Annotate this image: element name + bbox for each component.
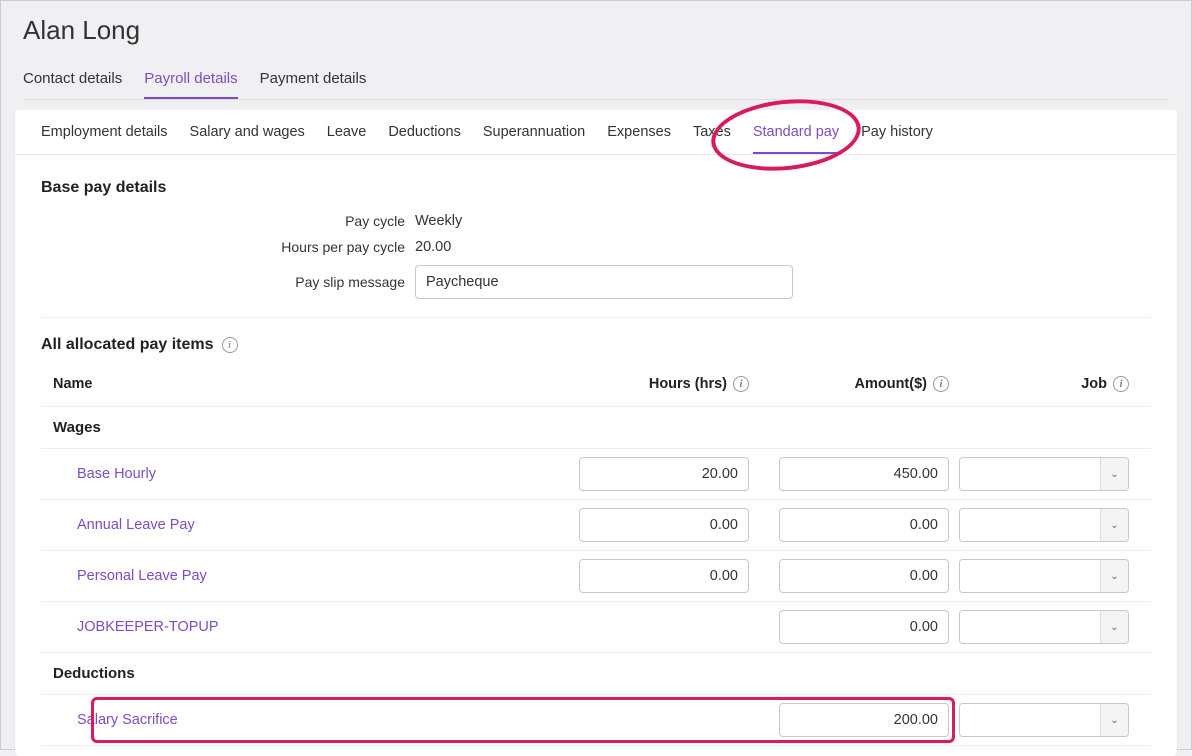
table-row: Salary Sacrifice ⌄ — [41, 695, 1151, 746]
chevron-down-icon[interactable]: ⌄ — [1100, 458, 1128, 490]
chevron-down-icon[interactable]: ⌄ — [1100, 611, 1128, 643]
hours-per-cycle-label: Hours per pay cycle — [41, 239, 415, 255]
subtab-employment-details[interactable]: Employment details — [41, 124, 168, 154]
info-icon[interactable]: i — [222, 337, 238, 353]
amount-input[interactable] — [779, 457, 949, 491]
pay-cycle-label: Pay cycle — [41, 213, 415, 229]
job-select[interactable]: ⌄ — [959, 508, 1129, 542]
subtab-expenses[interactable]: Expenses — [607, 124, 671, 154]
group-wages: Wages — [41, 407, 1151, 449]
pay-item-link[interactable]: Base Hourly — [53, 466, 559, 482]
sub-tabs: Employment details Salary and wages Leave D… — [15, 110, 1177, 155]
allocated-title: All allocated pay items — [41, 336, 214, 354]
table-row: Personal Leave Pay ⌄ — [41, 551, 1151, 602]
amount-input[interactable] — [779, 610, 949, 644]
tab-payment-details[interactable]: Payment details — [260, 64, 367, 99]
subtab-salary-and-wages[interactable]: Salary and wages — [190, 124, 305, 154]
pay-item-link[interactable]: Annual Leave Pay — [53, 517, 559, 533]
chevron-down-icon[interactable]: ⌄ — [1100, 560, 1128, 592]
subtab-standard-pay[interactable]: Standard pay — [753, 124, 839, 154]
pay-slip-message-input[interactable] — [415, 265, 793, 299]
divider — [41, 317, 1151, 318]
hours-input[interactable] — [579, 559, 749, 593]
top-tabs: Contact details Payroll details Payment de… — [23, 64, 1169, 100]
col-hours: Hours (hrs) i — [559, 376, 759, 392]
info-icon[interactable]: i — [1113, 376, 1129, 392]
subtab-taxes[interactable]: Taxes — [693, 124, 731, 154]
hours-per-cycle-value: 20.00 — [415, 239, 451, 255]
amount-input[interactable] — [779, 559, 949, 593]
payroll-card: Employment details Salary and wages Leave D… — [15, 110, 1177, 756]
amount-input[interactable] — [779, 703, 949, 737]
pay-cycle-value: Weekly — [415, 213, 462, 229]
amount-input[interactable] — [779, 508, 949, 542]
subtab-pay-history[interactable]: Pay history — [861, 124, 933, 154]
subtab-deductions[interactable]: Deductions — [388, 124, 461, 154]
job-select[interactable]: ⌄ — [959, 610, 1129, 644]
pay-slip-message-label: Pay slip message — [41, 274, 415, 290]
job-select[interactable]: ⌄ — [959, 703, 1129, 737]
table-body: WagesBase Hourly⌄Annual Leave Pay⌄Person… — [41, 407, 1151, 746]
chevron-down-icon[interactable]: ⌄ — [1100, 704, 1128, 736]
col-name: Name — [53, 376, 559, 392]
pay-item-link[interactable]: Personal Leave Pay — [53, 568, 559, 584]
hours-input[interactable] — [579, 508, 749, 542]
info-icon[interactable]: i — [733, 376, 749, 392]
table-row: JOBKEEPER-TOPUP ⌄ — [41, 602, 1151, 653]
info-icon[interactable]: i — [933, 376, 949, 392]
group-deductions: Deductions — [41, 653, 1151, 695]
table-row: Base Hourly ⌄ — [41, 449, 1151, 500]
job-select[interactable]: ⌄ — [959, 559, 1129, 593]
col-job: Job i — [959, 376, 1139, 392]
hours-input[interactable] — [579, 457, 749, 491]
base-pay-title: Base pay details — [41, 179, 1151, 197]
table-header: Name Hours (hrs) i Amount($) i Job i — [41, 376, 1151, 407]
table-row: Annual Leave Pay ⌄ — [41, 500, 1151, 551]
page-title: Alan Long — [23, 15, 1169, 46]
tab-contact-details[interactable]: Contact details — [23, 64, 122, 99]
tab-payroll-details[interactable]: Payroll details — [144, 64, 237, 99]
subtab-superannuation[interactable]: Superannuation — [483, 124, 585, 154]
col-amount: Amount($) i — [759, 376, 959, 392]
subtab-leave[interactable]: Leave — [327, 124, 367, 154]
chevron-down-icon[interactable]: ⌄ — [1100, 509, 1128, 541]
job-select[interactable]: ⌄ — [959, 457, 1129, 491]
pay-item-link[interactable]: JOBKEEPER-TOPUP — [53, 619, 559, 635]
pay-item-link[interactable]: Salary Sacrifice — [53, 712, 559, 728]
